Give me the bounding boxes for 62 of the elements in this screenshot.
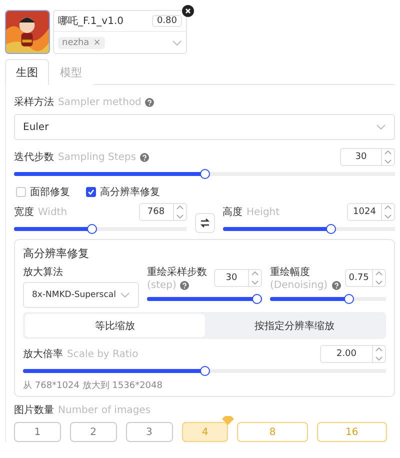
upscaler-select[interactable]: 8x-NMKD-Superscal [23, 282, 139, 308]
field-label: 重绘幅度 [270, 266, 310, 279]
number-field[interactable]: 30 [214, 269, 262, 287]
field-hint: Sampling Steps [58, 152, 136, 162]
field-label: 迭代步数 [14, 150, 54, 164]
help-icon [140, 152, 149, 162]
field-hint: Number of images [58, 404, 151, 416]
checkbox[interactable] [86, 187, 96, 197]
spin-up-icon[interactable] [249, 270, 261, 278]
spin-down-icon[interactable] [382, 212, 394, 220]
spin-up-icon[interactable] [373, 270, 385, 278]
swap-button[interactable] [194, 213, 214, 233]
chevron-down-icon [120, 292, 130, 298]
spin-up-icon[interactable] [373, 346, 385, 354]
spin-up-icon[interactable] [382, 149, 394, 157]
field-label: 放大算法 [23, 266, 63, 279]
checkbox-label: 高分辨率修复 [100, 186, 160, 199]
number-field[interactable]: 0.75 [344, 269, 386, 287]
section-title: 高分辨率修复 [23, 246, 90, 261]
spin-down-icon[interactable] [249, 278, 261, 286]
chevron-down-icon [172, 40, 182, 46]
field-label: 图片数量 [14, 404, 54, 417]
tag-chip: nezha × [58, 36, 105, 48]
mode-option[interactable]: 按指定分辨率缩放 [204, 314, 384, 337]
field-label: 高度 [222, 206, 242, 219]
weight-field[interactable]: 0.80 [152, 15, 182, 27]
field-hint: Sampler method [58, 96, 142, 108]
number-field[interactable]: 30 [340, 148, 395, 166]
count-option[interactable]: 3 [126, 422, 173, 442]
count-option[interactable]: 2 [70, 422, 117, 442]
spin-down-icon[interactable] [373, 278, 385, 286]
spin-down-icon[interactable] [373, 354, 385, 362]
field-label: 重绘采样步数 [147, 266, 207, 279]
tab[interactable]: 生图 [5, 59, 49, 85]
swap-icon [200, 218, 210, 228]
count-option[interactable]: 1 [14, 422, 61, 442]
field-hint: Height [246, 206, 280, 218]
close-button[interactable] [182, 5, 194, 17]
number-field[interactable]: 1024 [347, 203, 395, 221]
spin-down-icon[interactable] [174, 212, 186, 220]
spin-down-icon[interactable] [382, 157, 394, 165]
close-icon [185, 8, 191, 14]
checkbox-label: 面部修复 [30, 186, 70, 199]
field-hint: Scale by Ratio [67, 348, 138, 360]
number-field[interactable]: 2.00 [320, 345, 386, 363]
help-icon [180, 281, 190, 290]
help-icon [332, 281, 341, 290]
field-label: 采样方法 [14, 96, 54, 109]
chevron-down-icon [376, 124, 386, 130]
slider[interactable] [147, 294, 262, 304]
spin-up-icon[interactable] [382, 204, 394, 212]
help-icon [145, 98, 154, 106]
sampler-select[interactable]: Euler [14, 114, 395, 140]
model-name: 哪吒_F.1_v1.0 [58, 15, 124, 28]
number-field[interactable]: 768 [138, 203, 186, 221]
mode-option[interactable]: 等比缩放 [25, 314, 204, 337]
field-label: 放大倍率 [23, 348, 63, 361]
field-hint: (step) [147, 280, 176, 291]
resize-note: 从 768*1024 放大到 1536*2048 [23, 380, 164, 392]
field-hint: (Denoising) [270, 280, 328, 291]
field-label: 宽度 [14, 206, 34, 219]
field-hint: Width [38, 206, 68, 218]
